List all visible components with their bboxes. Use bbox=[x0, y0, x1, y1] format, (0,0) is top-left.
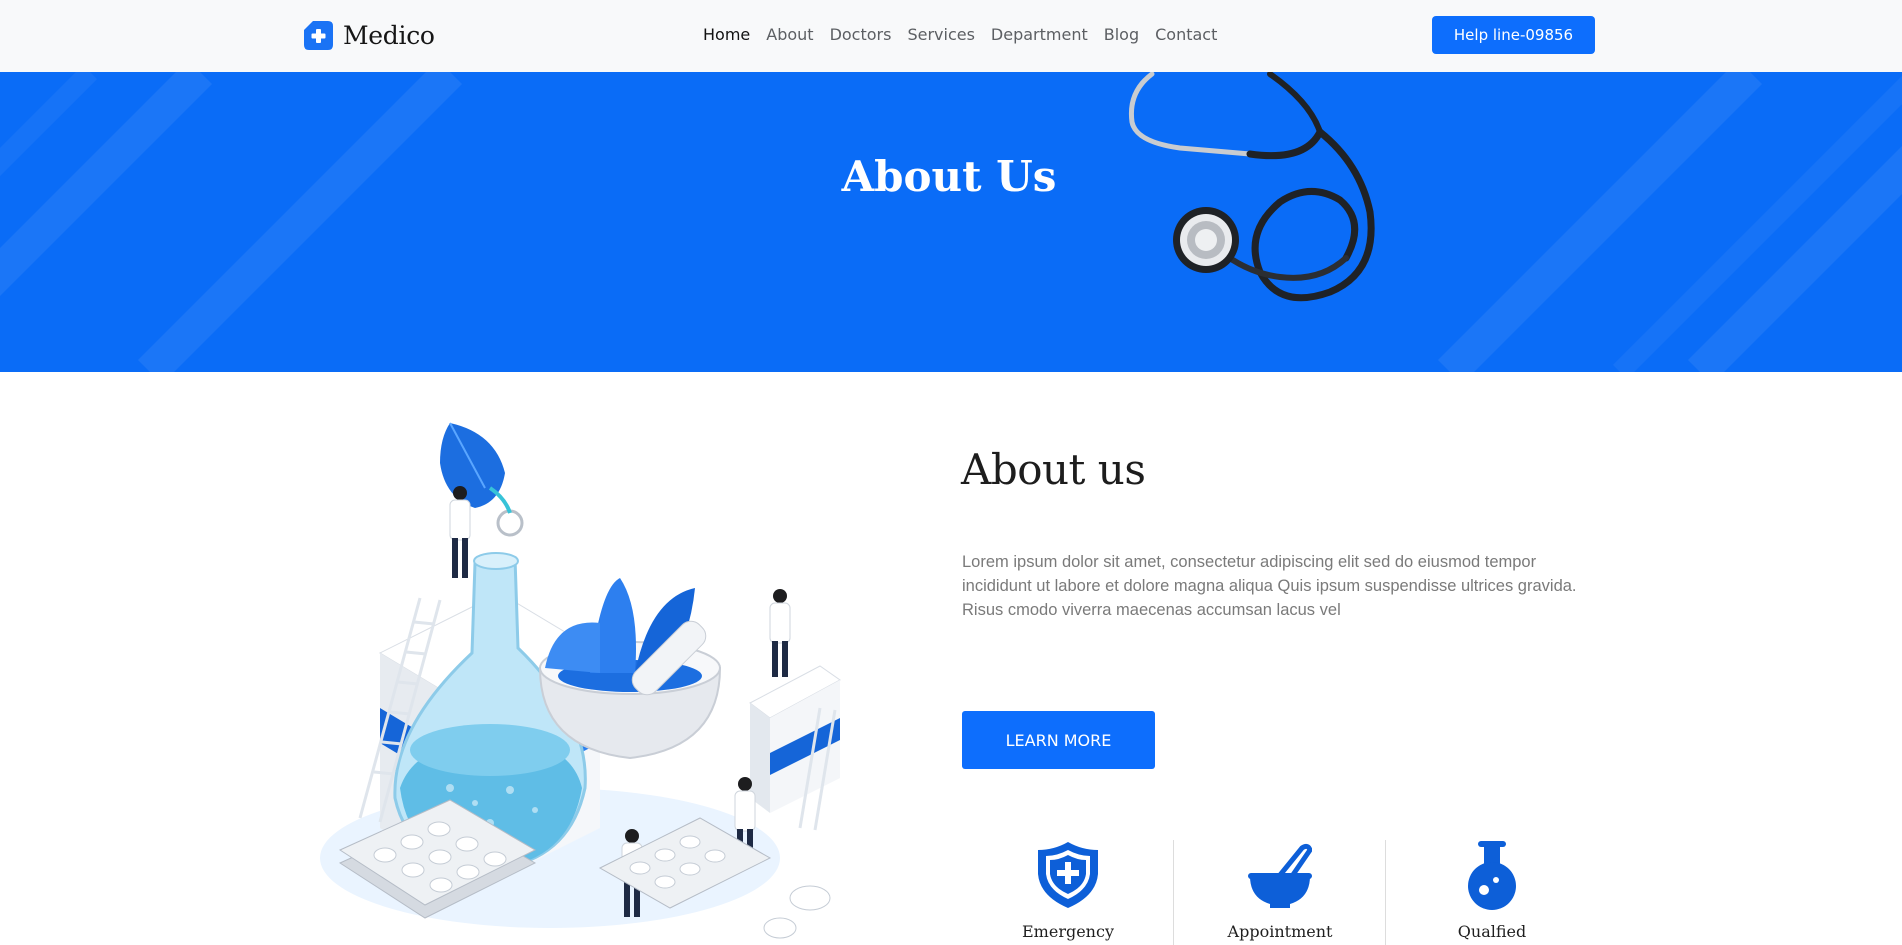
nav-item-blog[interactable]: Blog bbox=[1104, 24, 1139, 46]
medical-cross-icon bbox=[304, 20, 333, 50]
nav-item-services[interactable]: Services bbox=[907, 24, 974, 46]
learn-more-button[interactable]: LEARN MORE bbox=[962, 711, 1155, 769]
nav-item-contact[interactable]: Contact bbox=[1155, 24, 1217, 46]
brand-logo-link[interactable]: Medico bbox=[304, 18, 435, 52]
feature-emergency: Emergency bbox=[962, 838, 1174, 945]
pharmacy-lab-illustration bbox=[320, 422, 841, 939]
feature-appointment: Appointment bbox=[1174, 838, 1386, 945]
helpline-button[interactable]: Help line-09856 bbox=[1432, 16, 1595, 54]
nav-item-home[interactable]: Home bbox=[703, 24, 750, 46]
feature-label: Appointment bbox=[1227, 922, 1333, 941]
flask-icon bbox=[1468, 841, 1516, 910]
navbar: Medico Home About Doctors Services Depar… bbox=[0, 0, 1902, 72]
page-title: About Us bbox=[841, 152, 1057, 201]
feature-qualified: Qualfied bbox=[1386, 838, 1598, 945]
main-nav: Home About Doctors Services Department B… bbox=[703, 24, 1233, 46]
features-row: Emergency Appointment Qualfied bbox=[962, 838, 1598, 945]
nav-item-department[interactable]: Department bbox=[991, 24, 1088, 46]
hero-background-pattern bbox=[0, 72, 1902, 372]
about-description: Lorem ipsum dolor sit amet, consectetur … bbox=[962, 553, 1577, 619]
mortar-pestle-icon bbox=[1248, 843, 1312, 908]
page-hero-banner: About Us bbox=[0, 72, 1902, 372]
feature-label: Qualfied bbox=[1457, 922, 1527, 941]
nav-item-about[interactable]: About bbox=[766, 24, 813, 46]
feature-label: Emergency bbox=[1022, 922, 1114, 941]
shield-plus-icon bbox=[1038, 842, 1098, 908]
brand-name: Medico bbox=[343, 20, 435, 50]
nav-item-doctors[interactable]: Doctors bbox=[830, 24, 892, 46]
stethoscope-image bbox=[1128, 72, 1375, 302]
about-heading: About us bbox=[961, 445, 1146, 494]
